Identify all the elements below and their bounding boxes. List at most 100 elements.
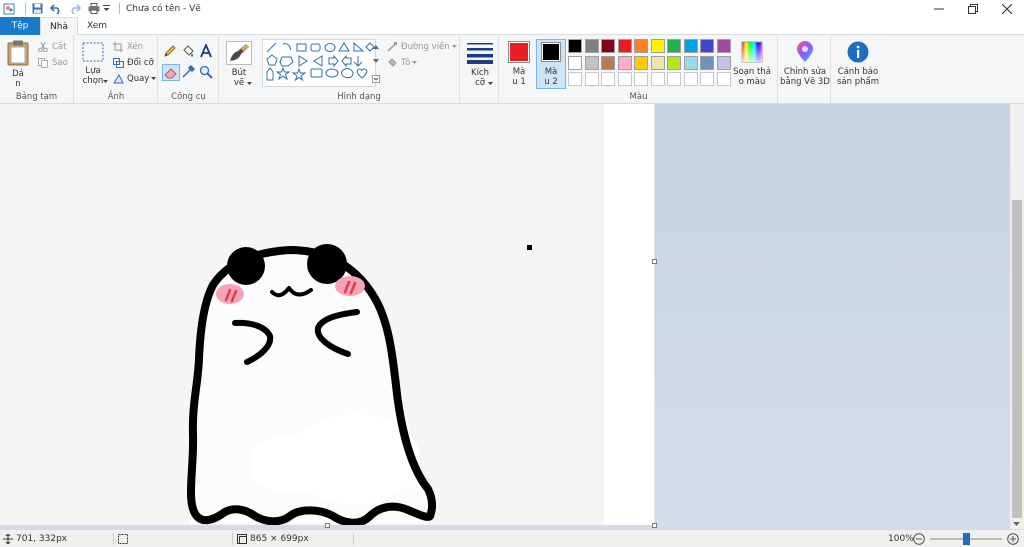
custom-color-slot[interactable] (667, 72, 681, 86)
redo-icon[interactable] (68, 2, 82, 16)
save-icon[interactable] (30, 2, 44, 16)
cursor-position-icon (3, 534, 13, 544)
fill-tool[interactable] (181, 44, 197, 60)
palette-color-swatch[interactable] (650, 55, 665, 70)
print-icon[interactable] (87, 2, 101, 16)
palette-color-swatch[interactable] (617, 39, 632, 53)
palette-color-swatch[interactable] (650, 39, 665, 53)
image-group: Lựa chọn Xén Đổi cỡ Quay Ảnh (75, 35, 158, 104)
zoom-out-icon (913, 533, 925, 545)
palette-color-swatch[interactable] (716, 55, 731, 70)
edit-colors-button[interactable]: Soạn thả o màu (732, 40, 772, 90)
drawing-canvas[interactable] (0, 104, 655, 525)
window-title: Chưa có tên - Vẽ (126, 3, 201, 14)
palette-color-swatch[interactable] (700, 55, 714, 70)
custom-color-slot[interactable] (617, 72, 632, 86)
custom-color-slot[interactable] (716, 72, 731, 86)
size-button[interactable]: Kích cỡ (463, 40, 497, 90)
select-button[interactable]: Lựa chọn (78, 40, 108, 88)
rotate-button[interactable]: Quay (112, 72, 157, 85)
palette-color-swatch[interactable] (568, 55, 582, 70)
product-alert-group: Cảnh báo sản phẩm (832, 35, 884, 104)
palette-color-swatch[interactable] (584, 39, 599, 53)
quick-access-toolbar: Chưa có tên - Vẽ (0, 0, 201, 17)
ghost-drawing (187, 244, 532, 525)
color1-button[interactable]: Mà u 1 (504, 40, 534, 88)
zoom-slider-thumb[interactable] (963, 533, 970, 545)
palette-color-swatch[interactable] (667, 55, 681, 70)
crop-icon (112, 41, 124, 53)
resize-button[interactable]: Đổi cỡ (112, 56, 154, 69)
palette-color-swatch[interactable] (716, 39, 731, 53)
tab-view[interactable]: Xem (80, 17, 114, 35)
outline-label: Đường viền (401, 41, 450, 52)
zoom-out-button[interactable] (913, 530, 925, 547)
palette-color-swatch[interactable] (700, 39, 714, 53)
palette-color-swatch[interactable] (617, 55, 632, 70)
restore-icon[interactable] (956, 0, 990, 17)
custom-color-slot[interactable] (634, 72, 648, 86)
shapes-gallery-scroll[interactable] (371, 39, 381, 87)
custom-color-slot[interactable] (650, 72, 665, 86)
fill-label: Tô (401, 57, 411, 68)
crop-button[interactable]: Xén (112, 40, 143, 53)
brushes-button[interactable]: Bút vẽ (222, 40, 256, 90)
color2-button[interactable]: Mà u 2 (536, 39, 566, 89)
scrollbar-thumb[interactable] (1012, 200, 1022, 518)
palette-color-swatch[interactable] (601, 39, 615, 53)
tab-file[interactable]: Tệp (0, 17, 40, 35)
custom-color-slot[interactable] (700, 72, 714, 86)
canvas-workspace (0, 104, 1010, 529)
custom-color-slot[interactable] (568, 72, 582, 86)
zoom-in-button[interactable] (1007, 530, 1019, 547)
shapes-gallery[interactable] (262, 39, 376, 87)
vertical-scrollbar[interactable] (1010, 104, 1024, 529)
palette-color-swatch[interactable] (683, 55, 698, 70)
size-label-line1: Kích (471, 68, 489, 78)
resize-handle-bottom[interactable] (325, 523, 330, 528)
crop-label: Xén (127, 41, 144, 52)
paste-label-line1: Dá (12, 69, 24, 79)
custom-color-slot[interactable] (683, 72, 698, 86)
copy-button[interactable]: Sao (37, 56, 68, 69)
cut-button[interactable]: Cắt (37, 40, 66, 53)
chevron-down-icon (247, 82, 252, 85)
tab-home[interactable]: Nhà (40, 17, 78, 35)
paste-icon (7, 40, 29, 66)
eraser-tool[interactable] (162, 64, 180, 81)
palette-color-swatch[interactable] (634, 55, 648, 70)
custom-color-slot[interactable] (584, 72, 599, 86)
magnifier-tool[interactable] (199, 65, 215, 81)
text-tool[interactable] (199, 42, 215, 60)
palette-color-swatch[interactable] (634, 39, 648, 53)
edit-with-paint3d-button[interactable]: Chỉnh sửa bằng Vẽ 3D (780, 40, 830, 90)
custom-color-slot[interactable] (601, 72, 615, 86)
shapes-group: Đường viền Tô Hình dạng (259, 35, 460, 104)
product-alert-label-line1: Cảnh báo (837, 67, 879, 77)
scroll-down-icon[interactable] (1013, 522, 1020, 526)
palette-color-swatch[interactable] (584, 55, 599, 70)
palette-color-swatch[interactable] (601, 55, 615, 70)
resize-handle-right[interactable] (652, 259, 657, 264)
product-alert-button[interactable]: Cảnh báo sản phẩm (833, 40, 883, 90)
palette-color-swatch[interactable] (667, 39, 681, 53)
resize-handle-corner[interactable] (652, 523, 657, 528)
minimize-icon[interactable] (922, 0, 956, 17)
paste-button[interactable]: Dá n (4, 39, 32, 89)
color-picker-tool[interactable] (181, 64, 197, 81)
zoom-slider[interactable] (930, 533, 1002, 545)
pencil-tool[interactable] (163, 44, 179, 60)
close-icon[interactable] (990, 0, 1024, 17)
paint-app-icon[interactable] (2, 2, 16, 16)
colors-group-label: Màu (629, 92, 648, 102)
color2-label-line2: u 2 (544, 77, 558, 87)
outline-button[interactable]: Đường viền (386, 40, 457, 53)
paint-window: Chưa có tên - Vẽ Tệp Nhà Xem Dá n Cắt Sa… (0, 0, 1024, 547)
customize-toolbar-icon[interactable] (102, 2, 110, 16)
undo-icon[interactable] (49, 2, 63, 16)
palette-color-swatch[interactable] (568, 39, 582, 53)
resize-icon (112, 57, 124, 69)
ribbon: Dá n Cắt Sao Bảng tạm Lựa chọn Xén Đổi c… (0, 35, 1024, 104)
fill-button[interactable]: Tô (386, 56, 418, 69)
palette-color-swatch[interactable] (683, 39, 698, 53)
